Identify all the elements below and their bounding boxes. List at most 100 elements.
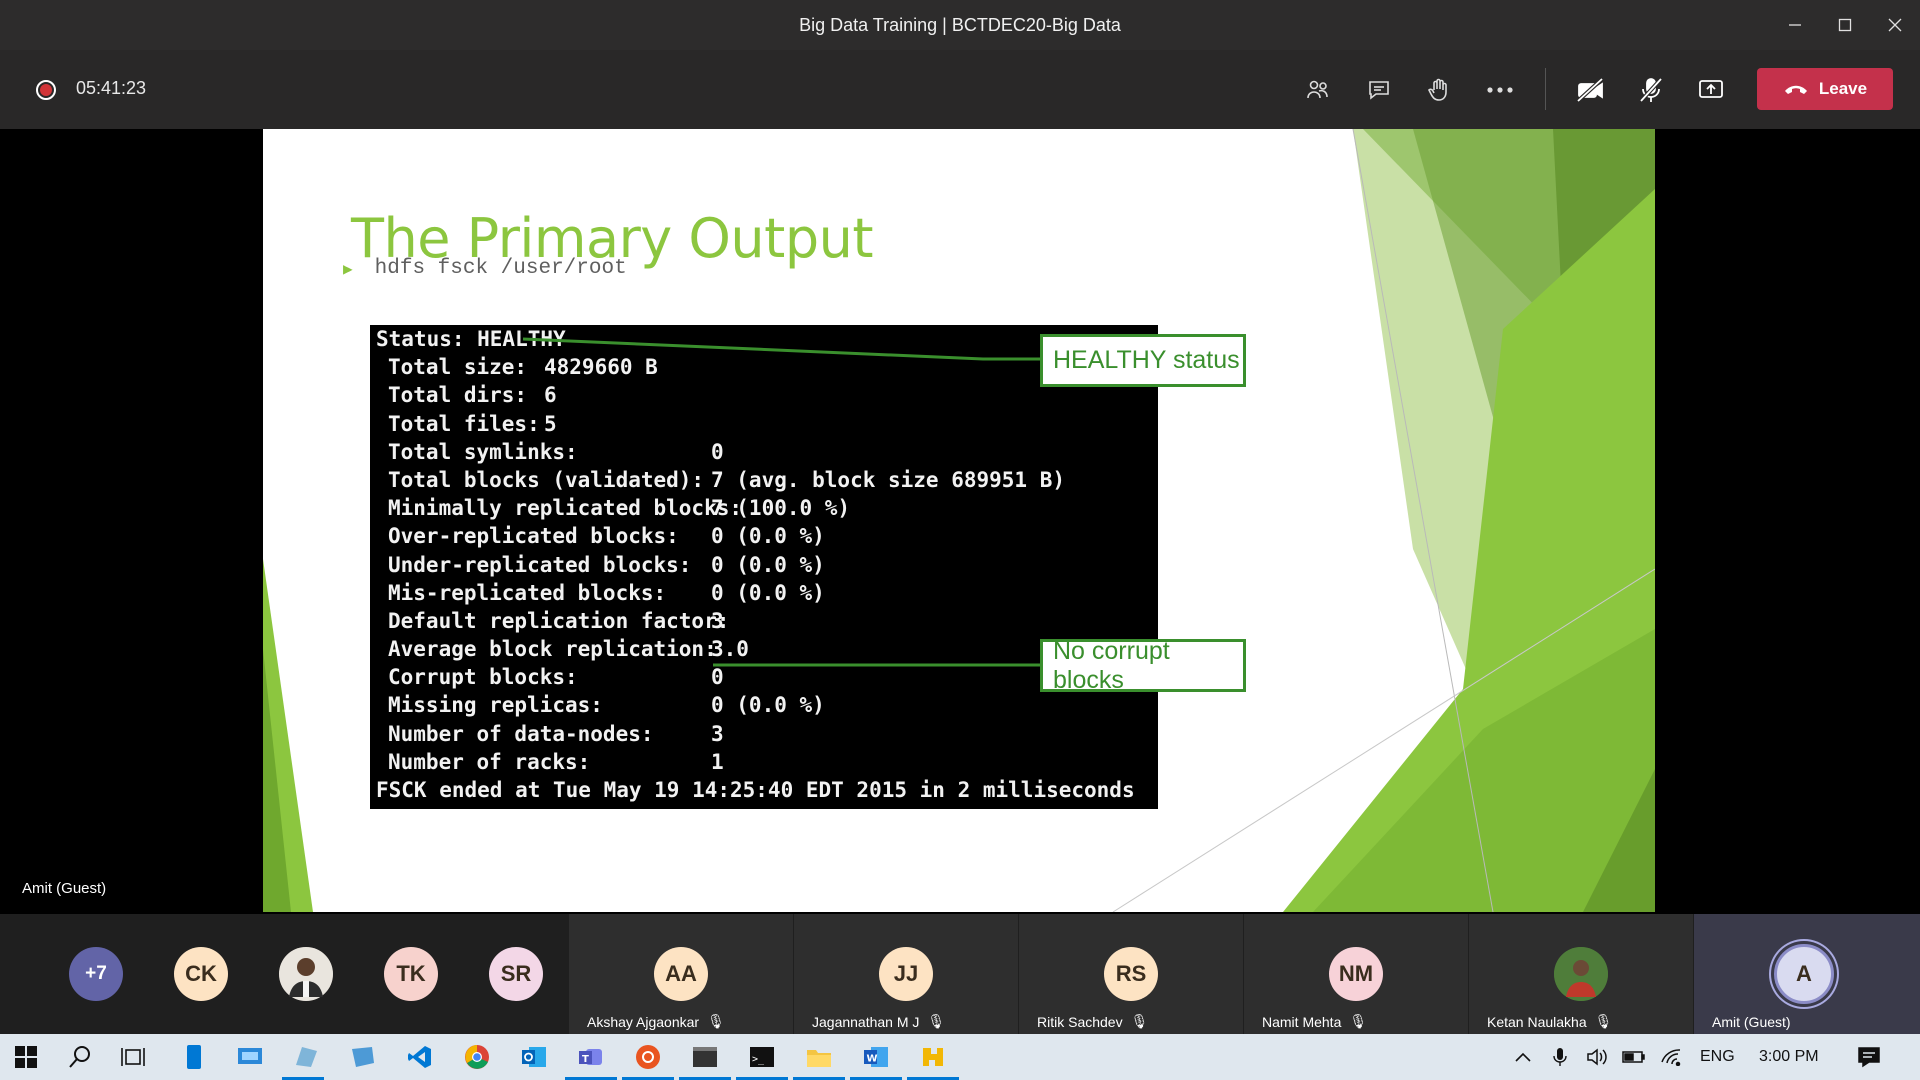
windows-taskbar: T >_ W ENG 3:00 PM xyxy=(0,1034,1920,1080)
participant-name: Ritik Sachdev 🎙︎ xyxy=(1037,1013,1148,1030)
window-controls xyxy=(1770,0,1920,50)
terminal-line-label: Status: HEALTHY xyxy=(376,327,566,351)
tray-chevron-icon[interactable] xyxy=(1514,1034,1532,1080)
participant-avatar-ck[interactable]: CK xyxy=(174,947,228,1001)
terminal-line-value: 6 xyxy=(544,383,557,408)
windows-start-icon[interactable] xyxy=(10,1041,42,1073)
participant-name: Jagannathan M J 🎙︎ xyxy=(812,1013,945,1030)
overflow-participants[interactable]: +7 xyxy=(69,947,123,1001)
app-icon-yellow[interactable] xyxy=(917,1041,949,1073)
mic-muted-icon: 🎙︎ xyxy=(1349,1013,1368,1029)
svg-text:T: T xyxy=(582,1054,589,1065)
terminal-line: Average block replication: 3.0 xyxy=(376,635,1152,663)
notepad-icon[interactable] xyxy=(290,1041,322,1073)
volume-icon[interactable] xyxy=(1586,1034,1610,1080)
remote-desktop-icon[interactable] xyxy=(234,1041,266,1073)
terminal-line: Status: HEALTHY xyxy=(376,325,1152,353)
terminal-line-value: 0 xyxy=(711,665,724,690)
terminal-line: Total symlinks: 0 xyxy=(376,438,1152,466)
close-icon[interactable] xyxy=(1870,0,1920,50)
share-screen-icon[interactable] xyxy=(1693,72,1729,108)
terminal-line-value: 0 xyxy=(711,439,724,464)
terminal-line: Under-replicated blocks: 0 (0.0 %) xyxy=(376,551,1152,579)
participant-avatar: RS xyxy=(1104,947,1158,1001)
raise-hand-icon[interactable] xyxy=(1421,72,1457,108)
mic-off-icon[interactable] xyxy=(1633,72,1669,108)
app-icon[interactable] xyxy=(347,1041,379,1073)
minimize-icon[interactable] xyxy=(1770,0,1820,50)
terminal-line-label: Number of racks: xyxy=(388,749,591,774)
participant-name: Ketan Naulakha 🎙︎ xyxy=(1487,1013,1612,1030)
terminal-line: Total files: 5 xyxy=(376,410,1152,438)
search-icon[interactable] xyxy=(64,1041,96,1073)
outlook-icon[interactable] xyxy=(518,1041,550,1073)
terminal-line-label: Missing replicas: xyxy=(388,693,603,718)
participant-avatar: NM xyxy=(1329,947,1383,1001)
person-photo-icon xyxy=(279,947,333,1001)
taskbar-clock[interactable]: 3:00 PM xyxy=(1759,1034,1819,1080)
teams-icon[interactable]: T xyxy=(575,1041,607,1073)
mic-muted-icon: 🎙︎ xyxy=(1130,1013,1149,1029)
maximize-icon[interactable] xyxy=(1820,0,1870,50)
participant-avatar: AA xyxy=(654,947,708,1001)
terminal-line: FSCK ended at Tue May 19 14:25:40 EDT 20… xyxy=(376,776,1152,804)
toolbar-divider xyxy=(1545,68,1546,110)
terminal-line: Total dirs: 6 xyxy=(376,381,1152,409)
microphone-tray-icon[interactable] xyxy=(1553,1034,1567,1080)
svg-text:>_: >_ xyxy=(752,1054,765,1065)
ubuntu-icon[interactable] xyxy=(632,1041,664,1073)
participant-tile[interactable]: RS Ritik Sachdev 🎙︎ xyxy=(1019,914,1243,1034)
terminal-line: Missing replicas: 0 (0.0 %) xyxy=(376,691,1152,719)
terminal-line-value: 0 (0.0 %) xyxy=(711,524,825,549)
participant-avatar-photo[interactable] xyxy=(279,947,333,1001)
terminal-line-label: FSCK ended at Tue May 19 14:25:40 EDT 20… xyxy=(376,778,1135,802)
command-prompt-icon[interactable]: >_ xyxy=(746,1041,778,1073)
phone-app-icon[interactable] xyxy=(178,1041,210,1073)
participant-tile-self[interactable]: A Amit (Guest) xyxy=(1694,914,1920,1034)
terminal-output: Status: HEALTHY Total size: 4829660 B Total… xyxy=(370,325,1158,809)
participant-name: Amit (Guest) xyxy=(1712,1014,1791,1030)
participant-tile[interactable]: AA Akshay Ajgaonkar 🎙︎ xyxy=(569,914,793,1034)
terminal-line: Minimally replicated blocks: 7 (100.0 %) xyxy=(376,494,1152,522)
participant-tile[interactable]: Ketan Naulakha 🎙︎ xyxy=(1469,914,1693,1034)
participant-tile[interactable]: JJ Jagannathan M J 🎙︎ xyxy=(794,914,1018,1034)
slide-bullet: ▶ hdfs fsck /user/root xyxy=(343,257,627,280)
presenter-name: Amit (Guest) xyxy=(22,880,107,897)
leave-label: Leave xyxy=(1818,79,1868,98)
mic-muted-icon: 🎙︎ xyxy=(927,1013,946,1029)
terminal-line: Total blocks (validated): 7 (avg. block s… xyxy=(376,466,1152,494)
battery-icon[interactable] xyxy=(1622,1034,1646,1080)
participant-name-text: Akshay Ajgaonkar xyxy=(587,1013,700,1030)
terminal-line: Number of racks: 1 xyxy=(376,748,1152,776)
task-view-icon[interactable] xyxy=(118,1041,150,1073)
terminal-line: Total size: 4829660 B xyxy=(376,353,1152,381)
participant-avatar-sr[interactable]: SR xyxy=(489,947,543,1001)
vscode-icon[interactable] xyxy=(404,1041,436,1073)
terminal-line-label: Total files: xyxy=(388,411,540,436)
terminal-line-label: Under-replicated blocks: xyxy=(388,552,692,577)
terminal-line-value: 7 (avg. block size 689951 B) xyxy=(711,467,1066,492)
file-explorer-icon[interactable] xyxy=(803,1041,835,1073)
wifi-icon[interactable] xyxy=(1660,1034,1682,1080)
terminal-line-label: Total size: xyxy=(388,355,528,380)
chrome-icon[interactable] xyxy=(461,1041,493,1073)
word-icon[interactable]: W xyxy=(860,1041,892,1073)
participant-name: Namit Mehta 🎙︎ xyxy=(1262,1013,1367,1030)
participant-name: Akshay Ajgaonkar 🎙︎ xyxy=(587,1013,725,1030)
terminal-line-value: 0 (0.0 %) xyxy=(711,552,825,577)
language-indicator[interactable]: ENG xyxy=(1700,1034,1735,1080)
title-bar: Big Data Training | BCTDEC20-Big Data xyxy=(0,0,1920,50)
terminal-line-value: 1 xyxy=(711,749,724,774)
terminal-app-icon[interactable] xyxy=(689,1041,721,1073)
chat-icon[interactable] xyxy=(1361,72,1397,108)
leave-button[interactable]: Leave xyxy=(1757,68,1893,110)
callout-healthy-status: HEALTHY status xyxy=(1040,334,1246,387)
participant-avatar-tk[interactable]: TK xyxy=(384,947,438,1001)
people-icon[interactable] xyxy=(1300,72,1336,108)
notifications-icon[interactable] xyxy=(1857,1034,1881,1080)
participant-name-text: Amit (Guest) xyxy=(1712,1014,1791,1030)
terminal-line: Number of data-nodes: 3 xyxy=(376,720,1152,748)
camera-off-icon[interactable] xyxy=(1573,72,1609,108)
more-options-icon[interactable] xyxy=(1482,72,1518,108)
participant-tile[interactable]: NM Namit Mehta 🎙︎ xyxy=(1244,914,1468,1034)
